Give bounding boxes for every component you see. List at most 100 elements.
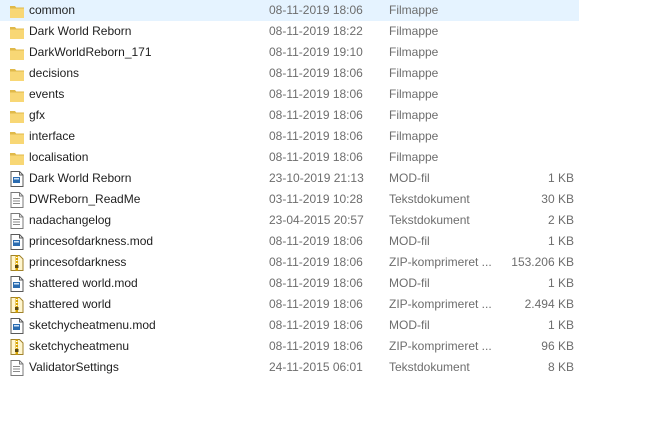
file-size: 1 KB xyxy=(547,318,574,332)
file-date: 08-11-2019 18:06 xyxy=(269,3,363,17)
mod-file-icon xyxy=(10,276,24,292)
file-name: shattered world.mod xyxy=(29,276,138,290)
file-size: 2 KB xyxy=(547,213,574,227)
file-name: DWReborn_ReadMe xyxy=(29,192,141,206)
file-date: 08-11-2019 18:06 xyxy=(269,234,363,248)
file-type: Filmappe xyxy=(389,129,439,143)
file-name: ValidatorSettings xyxy=(29,360,119,374)
folder-icon xyxy=(10,150,24,166)
file-date: 08-11-2019 18:06 xyxy=(269,339,363,353)
file-row[interactable]: nadachangelog 23-04-2015 20:57 Tekstdoku… xyxy=(0,210,580,231)
file-date: 08-11-2019 18:06 xyxy=(269,129,363,143)
file-date: 08-11-2019 18:06 xyxy=(269,150,363,164)
file-type: MOD-fil xyxy=(389,234,430,248)
file-date: 23-04-2015 20:57 xyxy=(269,213,364,227)
file-type: Filmappe xyxy=(389,87,439,101)
file-date: 08-11-2019 18:06 xyxy=(269,66,363,80)
file-name: sketchycheatmenu.mod xyxy=(29,318,156,332)
file-row[interactable]: princesofdarkness 08-11-2019 18:06 ZIP-k… xyxy=(0,252,580,273)
file-row[interactable]: sketchycheatmenu.mod 08-11-2019 18:06 MO… xyxy=(0,315,580,336)
file-type: Tekstdokument xyxy=(389,213,470,227)
file-size: 153.206 KB xyxy=(511,255,574,269)
file-size: 1 KB xyxy=(547,234,574,248)
file-type: Filmappe xyxy=(389,3,439,17)
file-name: princesofdarkness xyxy=(29,255,127,269)
file-row[interactable]: shattered world.mod 08-11-2019 18:06 MOD… xyxy=(0,273,580,294)
file-row[interactable]: interface 08-11-2019 18:06 Filmappe xyxy=(0,126,580,147)
file-date: 08-11-2019 18:06 xyxy=(269,276,363,290)
folder-icon xyxy=(10,45,24,61)
file-date: 08-11-2019 18:06 xyxy=(269,318,363,332)
folder-icon xyxy=(10,3,24,19)
folder-icon xyxy=(10,66,24,82)
file-date: 08-11-2019 18:06 xyxy=(269,108,363,122)
file-row[interactable]: events 08-11-2019 18:06 Filmappe xyxy=(0,84,580,105)
file-name: nadachangelog xyxy=(29,213,112,227)
file-row[interactable]: Dark World Reborn 08-11-2019 18:22 Filma… xyxy=(0,21,580,42)
file-size: 1 KB xyxy=(547,276,574,290)
file-type: MOD-fil xyxy=(389,276,430,290)
file-type: ZIP-komprimeret ... xyxy=(389,339,492,353)
zip-file-icon xyxy=(10,297,24,313)
file-row[interactable]: DarkWorldReborn_171 08-11-2019 19:10 Fil… xyxy=(0,42,580,63)
file-type: Filmappe xyxy=(389,66,439,80)
text-file-icon xyxy=(10,360,24,376)
file-date: 08-11-2019 18:06 xyxy=(269,255,363,269)
file-row[interactable]: shattered world 08-11-2019 18:06 ZIP-kom… xyxy=(0,294,580,315)
file-row[interactable]: princesofdarkness.mod 08-11-2019 18:06 M… xyxy=(0,231,580,252)
text-file-icon xyxy=(10,213,24,229)
file-type: ZIP-komprimeret ... xyxy=(389,297,492,311)
file-size: 8 KB xyxy=(547,360,574,374)
file-name: gfx xyxy=(29,108,46,122)
file-row[interactable]: gfx 08-11-2019 18:06 Filmappe xyxy=(0,105,580,126)
file-name: DarkWorldReborn_171 xyxy=(29,45,152,59)
file-date: 24-11-2015 06:01 xyxy=(269,360,363,374)
file-name: interface xyxy=(29,129,76,143)
file-date: 08-11-2019 18:06 xyxy=(269,297,363,311)
file-name: events xyxy=(29,87,65,101)
zip-file-icon xyxy=(10,339,24,355)
file-date: 03-11-2019 10:28 xyxy=(269,192,363,206)
file-type: MOD-fil xyxy=(389,171,430,185)
folder-icon xyxy=(10,129,24,145)
file-list: common 08-11-2019 18:06 Filmappe Dark Wo… xyxy=(0,0,580,378)
file-type: ZIP-komprimeret ... xyxy=(389,255,492,269)
folder-icon xyxy=(10,108,24,124)
file-row[interactable]: DWReborn_ReadMe 03-11-2019 10:28 Tekstdo… xyxy=(0,189,580,210)
file-name: common xyxy=(29,3,76,17)
file-type: MOD-fil xyxy=(389,318,430,332)
file-type: Filmappe xyxy=(389,150,439,164)
file-name: princesofdarkness.mod xyxy=(29,234,154,248)
file-type: Tekstdokument xyxy=(389,192,470,206)
file-name: decisions xyxy=(29,66,80,80)
file-type: Filmappe xyxy=(389,108,439,122)
file-row[interactable]: common 08-11-2019 18:06 Filmappe xyxy=(0,0,579,21)
mod-file-icon xyxy=(10,171,24,187)
file-date: 23-10-2019 21:13 xyxy=(269,171,364,185)
folder-icon xyxy=(10,87,24,103)
file-size: 1 KB xyxy=(547,171,574,185)
file-row[interactable]: sketchycheatmenu 08-11-2019 18:06 ZIP-ko… xyxy=(0,336,580,357)
file-size: 2.494 KB xyxy=(524,297,574,311)
file-name: Dark World Reborn xyxy=(29,171,132,185)
text-file-icon xyxy=(10,192,24,208)
file-type: Filmappe xyxy=(389,24,439,38)
file-name: shattered world xyxy=(29,297,112,311)
file-size: 96 KB xyxy=(541,339,574,353)
file-type: Tekstdokument xyxy=(389,360,470,374)
file-type: Filmappe xyxy=(389,45,439,59)
file-row[interactable]: localisation 08-11-2019 18:06 Filmappe xyxy=(0,147,580,168)
mod-file-icon xyxy=(10,234,24,250)
file-date: 08-11-2019 18:06 xyxy=(269,87,363,101)
file-date: 08-11-2019 18:22 xyxy=(269,24,363,38)
zip-file-icon xyxy=(10,255,24,271)
file-name: sketchycheatmenu xyxy=(29,339,130,353)
file-row[interactable]: ValidatorSettings 24-11-2015 06:01 Tekst… xyxy=(0,357,580,378)
file-row[interactable]: Dark World Reborn 23-10-2019 21:13 MOD-f… xyxy=(0,168,580,189)
file-size: 30 KB xyxy=(541,192,574,206)
file-name: Dark World Reborn xyxy=(29,24,132,38)
mod-file-icon xyxy=(10,318,24,334)
folder-icon xyxy=(10,24,24,40)
file-row[interactable]: decisions 08-11-2019 18:06 Filmappe xyxy=(0,63,580,84)
file-date: 08-11-2019 19:10 xyxy=(269,45,363,59)
